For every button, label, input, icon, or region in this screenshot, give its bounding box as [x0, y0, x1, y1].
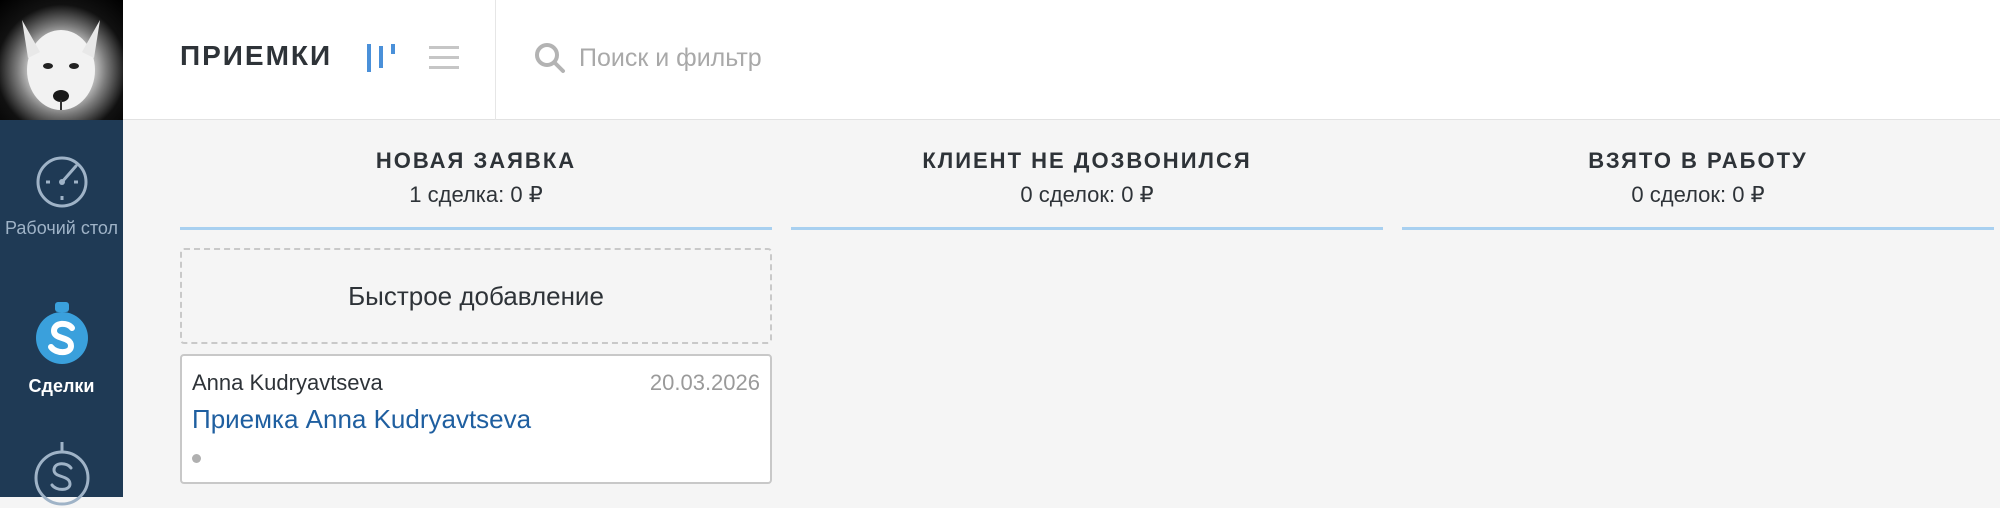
- column-header: КЛИЕНТ НЕ ДОЗВОНИЛСЯ 0 сделок: 0 ₽: [791, 120, 1383, 230]
- list-view-icon: [429, 46, 459, 69]
- pipeline-column-in-progress: ВЗЯТО В РАБОТУ 0 сделок: 0 ₽: [1402, 120, 1994, 230]
- quick-add-button[interactable]: Быстрое добавление: [180, 248, 772, 344]
- deal-title-link[interactable]: Приемка Anna Kudryavtseva: [192, 404, 531, 435]
- list-view-button[interactable]: [427, 40, 463, 76]
- deal-status-dot: [192, 454, 201, 463]
- dashboard-gauge-icon: [36, 156, 87, 208]
- pipeline-view-icon: [367, 44, 395, 72]
- page-title: ПРИЕМКИ: [180, 40, 333, 71]
- deal-date: 20.03.2026: [649, 370, 760, 395]
- deals-dollar-icon: [35, 302, 88, 364]
- column-title: КЛИЕНТ НЕ ДОЗВОНИЛСЯ: [922, 148, 1252, 173]
- deal-contact-name[interactable]: Anna Kudryavtseva: [192, 370, 383, 396]
- wolf-avatar-icon: [22, 20, 100, 110]
- pipeline-column-new-request: НОВАЯ ЗАЯВКА 1 сделка: 0 ₽ Быстрое добав…: [180, 120, 772, 484]
- column-summary: 1 сделка: 0 ₽: [409, 182, 543, 207]
- sidebar-item-finance[interactable]: [0, 438, 123, 508]
- sidebar-item-label: Рабочий стол: [5, 218, 118, 238]
- sidebar-item-deals[interactable]: Сделки: [0, 300, 123, 398]
- sidebar-item-dashboard[interactable]: Рабочий стол: [0, 152, 123, 240]
- top-header: ПРИЕМКИ: [123, 0, 2000, 120]
- search-bar[interactable]: [533, 36, 1133, 80]
- header-divider: [495, 0, 496, 120]
- column-summary: 0 сделок: 0 ₽: [1020, 182, 1154, 207]
- column-title: ВЗЯТО В РАБОТУ: [1588, 148, 1808, 173]
- deal-card[interactable]: Anna Kudryavtseva 20.03.2026 Приемка Ann…: [180, 354, 772, 484]
- sidebar-item-label: Сделки: [28, 376, 95, 396]
- column-title: НОВАЯ ЗАЯВКА: [375, 148, 577, 173]
- column-header: НОВАЯ ЗАЯВКА 1 сделка: 0 ₽: [180, 120, 772, 230]
- dollar-icon: [34, 442, 89, 506]
- sidebar: Рабочий стол Сделки: [0, 0, 123, 506]
- search-icon: [535, 43, 565, 73]
- column-summary: 0 сделок: 0 ₽: [1631, 182, 1765, 207]
- avatar[interactable]: [0, 0, 123, 120]
- column-header: ВЗЯТО В РАБОТУ 0 сделок: 0 ₽: [1402, 120, 1994, 230]
- pipeline-view-button[interactable]: [363, 40, 399, 76]
- search-input[interactable]: [577, 42, 1097, 74]
- pipeline-column-client-not-reached: КЛИЕНТ НЕ ДОЗВОНИЛСЯ 0 сделок: 0 ₽: [791, 120, 1383, 230]
